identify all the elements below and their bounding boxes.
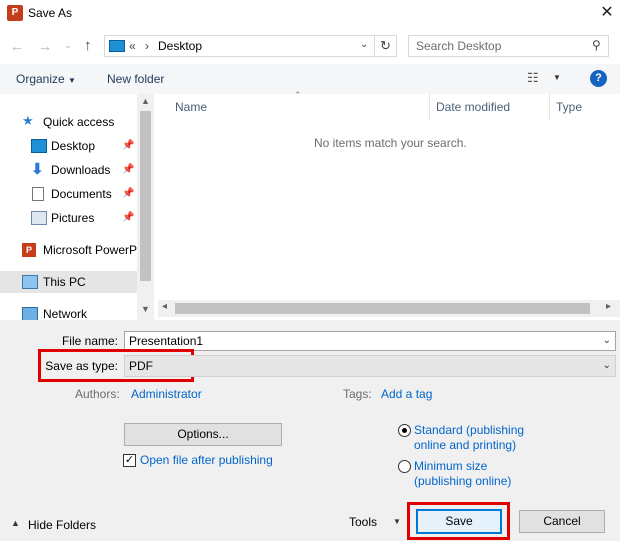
computer-icon [22,275,38,289]
column-header-name[interactable]: Name [175,100,207,114]
horizontal-scrollbar[interactable]: ◂ ▸ [158,300,620,317]
sidebar-item-label: Network [43,307,88,320]
pin-icon: 📌 [122,212,135,223]
sidebar-item-label: This PC [43,275,86,289]
minimum-size-label-line1[interactable]: Minimum size [414,459,487,473]
powerpoint-app-icon: P [7,5,23,21]
forward-arrow-icon[interactable]: → [38,38,52,54]
hide-folders-button[interactable]: Hide Folders [28,518,96,532]
empty-message: No items match your search. [314,136,467,150]
star-icon: ★ [22,113,34,128]
sidebar-item-label: Quick access [43,115,115,129]
view-options-chevron-icon[interactable]: ▼ [553,73,561,82]
download-arrow-icon: ⬇ [31,161,44,178]
column-divider [549,94,550,120]
scroll-left-chevron-icon[interactable]: ◂ [162,301,167,312]
title-bar: P Save As ✕ [0,0,620,28]
file-name-label: File name: [61,334,118,348]
file-list: ⌃ Name Date modified Type No items match… [156,90,620,320]
save-as-type-chevron-icon[interactable]: ⌄ [603,356,611,376]
minimum-size-label-line2[interactable]: (publishing online) [414,474,511,488]
search-icon[interactable]: ⚲ [592,38,601,52]
column-divider [429,94,430,120]
pin-icon: 📌 [122,140,135,151]
file-name-dropdown-chevron-icon[interactable]: ⌄ [603,332,611,350]
network-icon [22,307,38,320]
pin-icon: 📌 [122,164,135,175]
cancel-button[interactable]: Cancel [519,510,605,533]
sidebar-item-label: Pictures [51,211,95,225]
new-folder-button[interactable]: New folder [107,72,164,86]
scrollbar-thumb[interactable] [175,303,590,314]
command-toolbar: Organize ▼ New folder ☷ ▼ ? [0,64,620,94]
search-input[interactable]: Search Desktop ⚲ [408,35,609,57]
desktop-folder-icon [31,139,47,153]
pictures-icon [31,211,47,225]
add-tag-link[interactable]: Add a tag [381,387,432,401]
column-header-date-modified[interactable]: Date modified [436,100,510,114]
sidebar-item-microsoft-powerpoint[interactable]: P Microsoft PowerP [0,239,137,261]
desktop-folder-icon [109,40,125,52]
sidebar-item-label: Microsoft PowerP [43,243,138,257]
address-overflow[interactable]: « [129,39,136,53]
sidebar-item-this-pc[interactable]: This PC [0,271,137,293]
close-button[interactable]: ✕ [596,2,618,24]
sidebar-item-label: Downloads [51,163,111,177]
save-button[interactable]: Save [416,509,502,534]
scrollbar-thumb[interactable] [140,111,151,281]
powerpoint-icon: P [22,243,36,257]
help-icon[interactable]: ? [590,70,607,87]
authors-label: Authors: [75,387,120,401]
sidebar-item-label: Documents [51,187,112,201]
tags-label: Tags: [343,387,372,401]
organize-chevron-icon: ▼ [68,76,76,85]
save-as-type-select[interactable]: PDF ⌄ [124,355,616,377]
breadcrumb-separator: › [145,39,149,53]
sidebar-item-label: Desktop [51,139,96,153]
view-options-icon[interactable]: ☷ [527,70,539,86]
save-as-type-label: Save as type: [45,359,118,373]
file-name-value: Presentation1 [129,334,204,348]
sidebar-item-downloads[interactable]: ⬇ Downloads 📌 [0,159,137,181]
navigation-scrollbar[interactable]: ▲ ▼ [137,94,154,320]
tools-button[interactable]: Tools [349,515,377,529]
file-name-input[interactable]: Presentation1 ⌄ [124,331,616,351]
window-title: Save As [28,6,73,20]
sidebar-item-pictures[interactable]: Pictures 📌 [0,207,137,229]
sidebar-item-network[interactable]: Network [0,303,137,320]
up-arrow-icon[interactable]: ↑ [84,37,92,54]
options-button[interactable]: Options... [124,423,282,446]
minimum-size-radio[interactable] [398,460,411,473]
document-icon [32,187,44,201]
standard-radio[interactable] [398,424,411,437]
open-after-publishing-label[interactable]: Open file after publishing [140,453,273,467]
organize-label: Organize [16,72,65,86]
recent-locations-chevron-icon[interactable]: ⌄ [64,40,72,51]
save-as-type-value: PDF [129,359,153,373]
authors-value[interactable]: Administrator [131,387,202,401]
column-header-type[interactable]: Type [556,100,582,114]
back-arrow-icon[interactable]: ← [10,38,24,54]
navigation-pane: ★ Quick access Desktop 📌 ⬇ Downloads 📌 D… [0,94,154,320]
pin-icon: 📌 [122,188,135,199]
organize-button[interactable]: Organize ▼ [16,72,76,86]
sidebar-item-quick-access[interactable]: ★ Quick access [0,111,137,133]
sidebar-item-desktop[interactable]: Desktop 📌 [0,135,137,157]
breadcrumb-location[interactable]: Desktop [158,39,202,53]
open-after-publishing-checkbox[interactable]: ✓ [123,454,136,467]
sort-ascending-chevron-icon: ⌃ [294,90,302,100]
address-bar[interactable]: « › Desktop ⌄ [104,35,375,57]
refresh-icon[interactable]: ↻ [375,35,397,57]
scroll-up-chevron-icon[interactable]: ▲ [141,96,150,106]
scroll-down-chevron-icon[interactable]: ▼ [141,304,150,314]
sidebar-item-documents[interactable]: Documents 📌 [0,183,137,205]
radio-selected-dot [402,428,407,433]
search-placeholder: Search Desktop [416,39,502,53]
tools-chevron-icon[interactable]: ▼ [393,517,401,526]
standard-label-line1[interactable]: Standard (publishing [414,423,524,437]
address-dropdown-chevron-icon[interactable]: ⌄ [360,39,368,50]
scroll-right-chevron-icon[interactable]: ▸ [606,301,611,312]
collapse-chevron-icon[interactable]: ▲ [11,518,20,528]
standard-label-line2[interactable]: online and printing) [414,438,516,452]
